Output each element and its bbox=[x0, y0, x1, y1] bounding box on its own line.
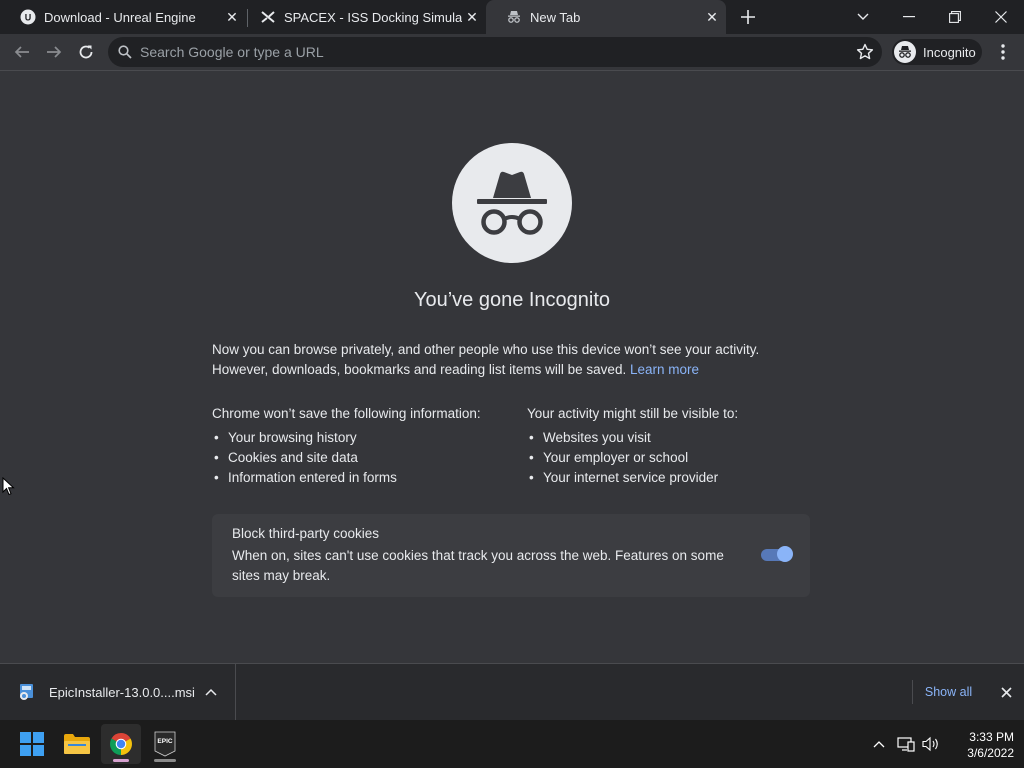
tab-search-button[interactable] bbox=[840, 0, 886, 34]
close-shelf-icon[interactable] bbox=[996, 682, 1016, 702]
list-item: Your browsing history bbox=[212, 428, 512, 448]
three-dots-icon bbox=[1001, 44, 1005, 60]
list-item: Websites you visit bbox=[527, 428, 827, 448]
profile-label: Incognito bbox=[923, 44, 976, 60]
back-arrow-icon bbox=[14, 46, 29, 58]
bookmark-star-icon[interactable] bbox=[856, 43, 874, 61]
tab-strip: U Download - Unreal Engine ✕ SPACEX - IS… bbox=[0, 0, 1024, 34]
tab-new-tab[interactable]: New Tab ✕ bbox=[486, 0, 726, 34]
volume-icon[interactable] bbox=[921, 734, 941, 754]
show-hidden-icons-chevron-icon[interactable] bbox=[869, 734, 889, 754]
list-item: Cookies and site data bbox=[212, 448, 512, 468]
intro-paragraph: Now you can browse privately, and other … bbox=[212, 340, 812, 380]
tab-title: New Tab bbox=[530, 9, 581, 25]
windows-start-icon[interactable] bbox=[12, 724, 52, 764]
epic-games-icon[interactable]: EPIC bbox=[145, 724, 185, 764]
clock-date: 3/6/2022 bbox=[967, 746, 1014, 760]
file-explorer-icon[interactable] bbox=[57, 724, 97, 764]
spacex-icon bbox=[260, 9, 276, 25]
search-icon bbox=[110, 37, 140, 67]
page-headline: You’ve gone Incognito bbox=[413, 289, 611, 311]
minimize-button[interactable] bbox=[886, 0, 932, 34]
network-icon[interactable] bbox=[896, 734, 916, 754]
active-app-indicator bbox=[113, 759, 129, 762]
forward-button[interactable] bbox=[41, 39, 67, 65]
incognito-icon bbox=[894, 41, 916, 63]
incognito-icon bbox=[506, 9, 522, 25]
visible-to-heading: Your activity might still be visible to: bbox=[527, 406, 739, 421]
list-item: Your internet service provider bbox=[527, 468, 827, 488]
menu-button[interactable] bbox=[990, 39, 1016, 65]
tab-title: SPACEX - ISS Docking Simulator bbox=[284, 9, 462, 25]
block-cookies-toggle[interactable] bbox=[761, 546, 793, 562]
clock-time: 3:33 PM bbox=[969, 730, 1014, 744]
restore-button[interactable] bbox=[932, 0, 978, 34]
tab-close-icon[interactable]: ✕ bbox=[702, 7, 722, 27]
incognito-page: You’ve gone Incognito Now you can browse… bbox=[0, 71, 1024, 663]
running-app-indicator bbox=[154, 759, 176, 762]
tab-unreal-engine[interactable]: U Download - Unreal Engine ✕ bbox=[0, 0, 246, 34]
windows-taskbar: EPIC 3:33 PM 3/6/2022 bbox=[0, 720, 1024, 768]
unreal-engine-icon: U bbox=[20, 9, 36, 25]
chevron-up-icon[interactable] bbox=[201, 682, 221, 702]
svg-text:U: U bbox=[25, 13, 32, 23]
tab-close-icon[interactable]: ✕ bbox=[462, 7, 482, 27]
list-item: Information entered in forms bbox=[212, 468, 512, 488]
show-all-button[interactable]: Show all bbox=[912, 680, 984, 704]
download-file-name: EpicInstaller-13.0.0....msi bbox=[49, 684, 195, 700]
back-button[interactable] bbox=[9, 39, 35, 65]
incognito-profile-button[interactable]: Incognito bbox=[892, 39, 982, 65]
tab-spacex[interactable]: SPACEX - ISS Docking Simulator ✕ bbox=[240, 0, 486, 34]
epic-label: EPIC bbox=[157, 738, 172, 745]
learn-more-link[interactable]: Learn more bbox=[630, 362, 699, 377]
close-window-button[interactable] bbox=[978, 0, 1024, 34]
list-item: Your employer or school bbox=[527, 448, 827, 468]
browser-toolbar: Incognito bbox=[0, 34, 1024, 71]
installer-file-icon bbox=[18, 683, 36, 701]
address-input[interactable] bbox=[140, 44, 840, 60]
visible-to-column: Your activity might still be visible to:… bbox=[527, 404, 827, 488]
cookie-controls-card: Block third-party cookies When on, sites… bbox=[212, 514, 810, 597]
cookie-description: When on, sites can't use cookies that tr… bbox=[232, 548, 724, 583]
system-clock[interactable]: 3:33 PM 3/6/2022 bbox=[944, 729, 1014, 761]
reload-button[interactable] bbox=[73, 39, 99, 65]
mouse-cursor-icon bbox=[2, 477, 15, 496]
download-shelf: EpicInstaller-13.0.0....msi Show all bbox=[0, 663, 1024, 720]
reload-icon bbox=[79, 45, 93, 59]
address-bar[interactable] bbox=[108, 37, 882, 67]
incognito-logo-icon bbox=[452, 143, 572, 263]
cookie-title: Block third-party cookies bbox=[232, 526, 380, 541]
not-saved-column: Chrome won’t save the following informat… bbox=[212, 404, 512, 488]
new-tab-button[interactable] bbox=[736, 5, 760, 29]
forward-arrow-icon bbox=[47, 46, 62, 58]
tab-title: Download - Unreal Engine bbox=[44, 9, 196, 25]
toggle-knob bbox=[777, 546, 793, 562]
chrome-icon[interactable] bbox=[101, 724, 141, 764]
download-item[interactable]: EpicInstaller-13.0.0....msi bbox=[0, 664, 236, 720]
not-saved-heading: Chrome won’t save the following informat… bbox=[212, 406, 481, 421]
tab-close-icon[interactable]: ✕ bbox=[222, 7, 242, 27]
